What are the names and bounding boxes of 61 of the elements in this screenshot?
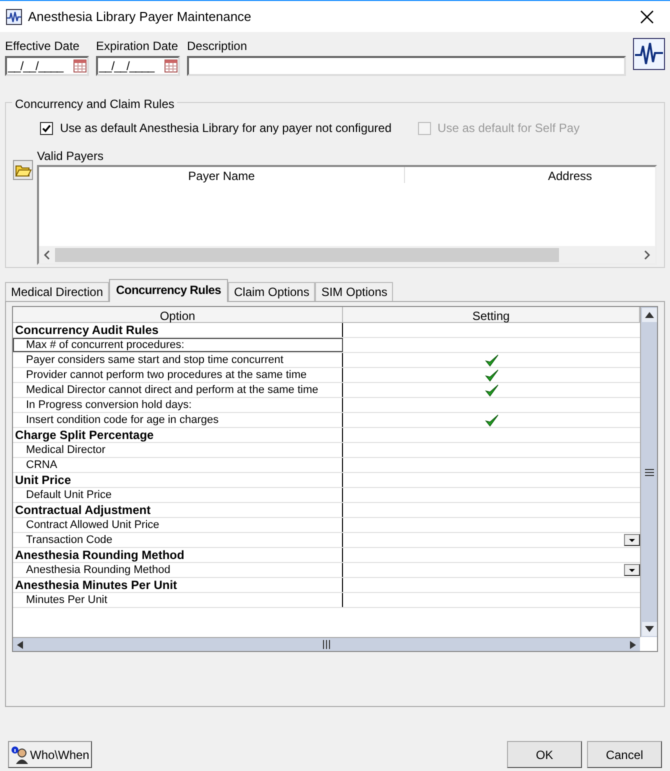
calendar-icon[interactable] (73, 59, 87, 73)
calendar-icon[interactable] (164, 59, 178, 73)
person-info-icon (11, 746, 29, 764)
folder-icon[interactable] (13, 160, 33, 180)
column-header[interactable]: Payer Name (39, 167, 405, 183)
waveform-icon (6, 8, 22, 24)
scroll-up-icon[interactable] (642, 308, 656, 322)
list-label: Valid Payers (37, 148, 104, 165)
option-label[interactable]: Anesthesia Rounding Method (13, 563, 343, 577)
window-title: Anesthesia Library Payer Maintenance (28, 8, 252, 26)
group-heading[interactable]: Unit Price (13, 473, 343, 487)
column-header[interactable]: Address (405, 167, 655, 183)
dropdown-button[interactable] (624, 564, 640, 576)
option-label[interactable]: Contract Allowed Unit Price (13, 518, 343, 532)
caret-icon (629, 538, 635, 542)
group-heading[interactable]: Concurrency Audit Rules (13, 323, 343, 337)
checkbox[interactable] (40, 122, 53, 134)
waveform-icon[interactable] (633, 38, 665, 70)
close-icon[interactable] (640, 10, 654, 24)
cancel-button[interactable]: Cancel (587, 741, 662, 768)
field-label: Description (187, 38, 248, 55)
ok-button[interactable]: OK (507, 741, 582, 768)
option-label[interactable]: Payer considers same start and stop time concurrent (13, 353, 343, 367)
field-label: Expiration Date (96, 38, 180, 55)
option-label[interactable]: Insert condition code for age in charges (13, 413, 343, 427)
group-heading[interactable]: Anesthesia Minutes Per Unit (13, 578, 343, 592)
option-label[interactable]: Medical Director (13, 443, 343, 457)
column-header[interactable]: Option (13, 307, 343, 323)
horizontal-scrollbar[interactable] (13, 637, 640, 651)
option-label[interactable]: Provider cannot perform two procedures at the same time (13, 368, 343, 382)
group-heading[interactable]: Contractual Adjustment (13, 503, 343, 517)
option-label[interactable]: Minutes Per Unit (13, 593, 343, 607)
tab[interactable]: Medical Direction (5, 282, 110, 301)
description-field[interactable] (187, 56, 626, 76)
tab[interactable]: SIM Options (315, 282, 394, 301)
checkbox-label: Use as default Anesthesia Library for any payer not configured (60, 120, 392, 137)
vertical-scrollbar[interactable] (640, 307, 657, 637)
column-header[interactable]: Setting (343, 307, 640, 323)
dropdown-button[interactable] (624, 534, 640, 546)
date-field[interactable]: __/__/____ (5, 56, 89, 76)
option-label[interactable]: Default Unit Price (13, 488, 343, 502)
field-label: Effective Date (5, 38, 80, 55)
checkbox-label: Use as default for Self Pay (438, 120, 580, 137)
group-heading[interactable]: Charge Split Percentage (13, 428, 343, 442)
option-label[interactable]: In Progress conversion hold days: (13, 398, 343, 412)
option-label[interactable]: Transaction Code (13, 533, 343, 547)
options-grid[interactable] (12, 306, 658, 652)
caret-icon (629, 568, 635, 572)
grip-icon[interactable] (644, 468, 654, 476)
scroll-down-icon[interactable] (642, 622, 656, 636)
option-label[interactable]: CRNA (13, 458, 343, 472)
option-label[interactable]: Medical Director cannot direct and perform at the same time (13, 383, 343, 397)
date-field[interactable]: __/__/____ (96, 56, 180, 76)
tab[interactable]: Claim Options (228, 282, 316, 301)
who-when-button[interactable]: Who\When (8, 741, 92, 768)
grip-icon[interactable] (323, 640, 330, 649)
horizontal-scrollbar[interactable] (39, 246, 655, 263)
option-label[interactable]: Max # of concurrent procedures: (13, 338, 343, 352)
payers-list[interactable]: Payer Name Address (37, 165, 657, 265)
group-heading[interactable]: Anesthesia Rounding Method (13, 548, 343, 562)
tab[interactable]: Concurrency Rules (109, 279, 228, 302)
